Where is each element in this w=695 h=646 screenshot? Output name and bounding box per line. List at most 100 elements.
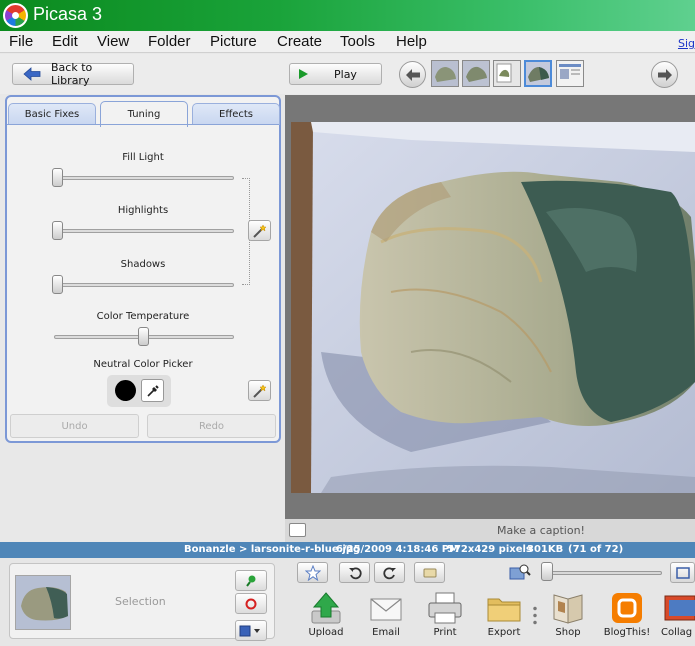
upload-label: Upload (308, 627, 344, 638)
export-label: Export (487, 627, 521, 638)
menu-picture[interactable]: Picture (210, 33, 257, 50)
fill-light-slider-thumb[interactable] (52, 168, 63, 187)
status-bar: Bonanzle > larsonite-r-blue.jpg 6/25/200… (0, 542, 695, 558)
play-label: Play (334, 67, 357, 81)
photo-tray: Selection Upload Email Print Export Shop… (0, 558, 695, 646)
zoom-slider[interactable] (542, 571, 662, 575)
caption-icon[interactable] (289, 523, 306, 537)
menu-bar: File Edit View Folder Picture Create Too… (0, 31, 695, 53)
color-temperature-label: Color Temperature (96, 311, 190, 322)
right-arrow-icon (657, 68, 672, 81)
green-pin-icon (246, 575, 256, 587)
hold-pin-button[interactable] (235, 570, 267, 591)
add-to-album-button[interactable] (235, 620, 267, 641)
status-path: Bonanzle > larsonite-r-blue.jpg (184, 544, 361, 555)
neutral-color-swatch (115, 380, 136, 401)
filmstrip-thumb[interactable] (431, 60, 459, 87)
blogthis-label: BlogThis! (603, 627, 651, 638)
menu-file[interactable]: File (9, 33, 33, 50)
tab-effects[interactable]: Effects (192, 103, 280, 125)
album-dropdown-icon (239, 625, 260, 636)
selection-tray: Selection (9, 563, 275, 641)
sign-in-link[interactable]: Sig (678, 37, 695, 50)
shop-book-icon (550, 591, 586, 625)
folder-icon (486, 591, 522, 625)
filmstrip-thumb[interactable] (556, 60, 584, 87)
play-button[interactable]: Play (289, 63, 382, 85)
eyedropper-button[interactable] (141, 379, 164, 402)
status-dimensions: 572x429 pixels (447, 544, 532, 555)
tag-icon (423, 568, 436, 577)
neutral-color-picker-label: Neutral Color Picker (93, 359, 193, 370)
edit-tabs: Basic Fixes Tuning Effects (7, 101, 280, 127)
color-temperature-slider-thumb[interactable] (138, 327, 149, 346)
menu-edit[interactable]: Edit (52, 33, 78, 50)
app-title: Picasa 3 (33, 4, 103, 24)
email-icon (368, 591, 404, 625)
toolbar: Back to Library Play (0, 54, 695, 94)
caption-bar: Make a caption! (285, 519, 695, 542)
main-photo[interactable] (291, 122, 695, 493)
shadows-slider-thumb[interactable] (52, 275, 63, 294)
highlights-slider-thumb[interactable] (52, 221, 63, 240)
tag-button[interactable] (414, 562, 445, 583)
title-bar: Picasa 3 (0, 0, 695, 31)
shadows-label: Shadows (120, 259, 166, 270)
collage-icon (661, 591, 695, 625)
upload-button[interactable]: Upload (301, 591, 351, 641)
highlights-label: Highlights (117, 205, 169, 216)
tab-basic-fixes[interactable]: Basic Fixes (8, 103, 96, 125)
clear-selection-button[interactable] (235, 593, 267, 614)
menu-help[interactable]: Help (396, 33, 427, 50)
collage-button[interactable]: Collag (661, 591, 695, 641)
rotate-left-button[interactable] (339, 562, 370, 583)
status-position: (71 of 72) (568, 544, 624, 555)
fill-light-label: Fill Light (122, 152, 164, 163)
rotate-right-button[interactable] (374, 562, 405, 583)
magic-wand-icon (252, 223, 267, 238)
email-button[interactable]: Email (361, 591, 411, 641)
fill-light-slider[interactable] (54, 176, 234, 180)
neutral-color-picker (107, 375, 171, 407)
filmstrip-thumb[interactable] (462, 60, 490, 87)
upload-icon (308, 591, 344, 625)
fullscreen-button[interactable] (670, 562, 695, 583)
back-to-library-button[interactable]: Back to Library (12, 61, 134, 87)
undo-button[interactable]: Undo (10, 414, 139, 438)
zoom-slider-thumb[interactable] (541, 562, 553, 581)
selection-label: Selection (115, 595, 166, 608)
eyedropper-icon (146, 384, 159, 397)
print-button[interactable]: Print (420, 591, 470, 641)
shop-button[interactable]: Shop (543, 591, 593, 641)
shadows-slider[interactable] (54, 283, 234, 287)
email-label: Email (372, 627, 400, 638)
printer-icon (427, 591, 463, 625)
back-to-library-label: Back to Library (51, 61, 93, 87)
picasa-logo-icon (3, 3, 28, 28)
blogthis-button[interactable]: BlogThis! (602, 591, 652, 641)
play-icon (299, 69, 308, 79)
menu-tools[interactable]: Tools (340, 33, 375, 50)
menu-folder[interactable]: Folder (148, 33, 191, 50)
back-arrow-icon (23, 67, 41, 81)
auto-contrast-button[interactable] (248, 220, 271, 241)
zoom-icon (509, 563, 531, 581)
menu-view[interactable]: View (97, 33, 129, 50)
print-label: Print (433, 627, 457, 638)
menu-create[interactable]: Create (277, 33, 322, 50)
next-photo-button[interactable] (651, 61, 678, 88)
filmstrip-thumb[interactable] (493, 60, 521, 87)
export-button[interactable]: Export (479, 591, 529, 641)
status-size: 301KB (527, 544, 564, 555)
blogger-icon (609, 591, 645, 625)
rotate-left-icon (348, 566, 362, 579)
filmstrip-thumb-selected[interactable] (524, 60, 552, 87)
star-button[interactable] (297, 562, 328, 583)
selection-thumbnail[interactable] (15, 575, 71, 630)
previous-photo-button[interactable] (399, 61, 426, 88)
redo-button[interactable]: Redo (147, 414, 276, 438)
toolbar-separator (533, 605, 537, 625)
caption-input[interactable]: Make a caption! (497, 524, 585, 537)
auto-color-button[interactable] (248, 380, 271, 401)
highlights-slider[interactable] (54, 229, 234, 233)
